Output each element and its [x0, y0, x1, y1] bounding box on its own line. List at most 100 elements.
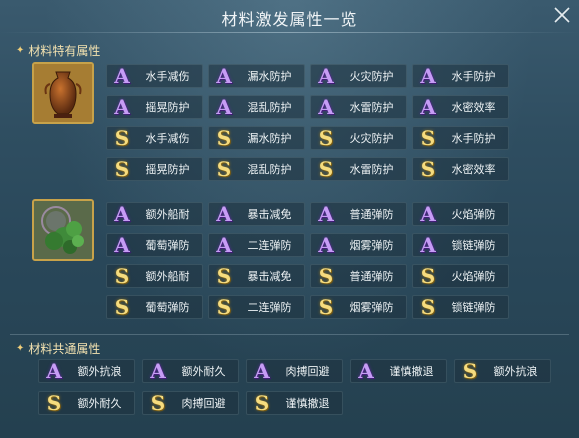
attribute-cell[interactable]: S 混乱防护: [208, 157, 305, 181]
attribute-cell[interactable]: A 水雷防护: [310, 95, 407, 119]
grade-badge: S: [420, 126, 436, 150]
grade-badge: A: [358, 359, 374, 383]
grade-badge: A: [216, 95, 232, 119]
grade-badge: S: [318, 264, 334, 288]
attribute-label: 水手减伤: [145, 132, 190, 145]
attribute-cell[interactable]: A 水手防护: [412, 64, 509, 88]
grade-badge: A: [150, 359, 166, 383]
grade-badge: S: [420, 264, 436, 288]
section-heading-specific: ✦ 材料特有属性: [16, 42, 100, 59]
attribute-cell[interactable]: S 额外耐久: [38, 391, 135, 415]
star-icon: ✦: [16, 343, 25, 354]
attribute-cell[interactable]: S 水密效率: [412, 157, 509, 181]
attribute-label: 漏水防护: [247, 132, 292, 145]
attribute-cell[interactable]: S 额外抗浪: [454, 359, 551, 383]
attribute-label: 肉搏回避: [285, 365, 330, 378]
attribute-cell[interactable]: A 额外抗浪: [38, 359, 135, 383]
grade-badge: S: [114, 157, 130, 181]
attribute-label: 葡萄弹防: [145, 239, 190, 252]
attribute-label: 谨慎撤退: [389, 365, 434, 378]
grade-badge: A: [114, 95, 130, 119]
attribute-cell[interactable]: A 混乱防护: [208, 95, 305, 119]
attribute-cell[interactable]: A 二连弹防: [208, 233, 305, 257]
attribute-label: 额外抗浪: [493, 365, 538, 378]
attribute-cell[interactable]: S 水手防护: [412, 126, 509, 150]
attribute-cell[interactable]: S 葡萄弹防: [106, 295, 203, 319]
attribute-label: 锁链弹防: [451, 239, 496, 252]
material-portrait-vase[interactable]: [32, 62, 94, 124]
attribute-cell[interactable]: A 锁链弹防: [412, 233, 509, 257]
grade-badge: A: [420, 64, 436, 88]
attribute-cell[interactable]: S 锁链弹防: [412, 295, 509, 319]
attribute-cell[interactable]: S 烟雾弹防: [310, 295, 407, 319]
attribute-label: 肉搏回避: [181, 397, 226, 410]
attribute-cell[interactable]: S 水手减伤: [106, 126, 203, 150]
attribute-cell[interactable]: S 普通弹防: [310, 264, 407, 288]
attribute-cell[interactable]: A 肉搏回避: [246, 359, 343, 383]
grade-badge: A: [318, 233, 334, 257]
attribute-cell[interactable]: A 火灾防护: [310, 64, 407, 88]
attribute-cell[interactable]: A 额外船耐: [106, 202, 203, 226]
material-portrait-herb[interactable]: [32, 199, 94, 261]
section-divider: [10, 334, 569, 335]
grade-badge: S: [254, 391, 270, 415]
attribute-cell[interactable]: A 摇晃防护: [106, 95, 203, 119]
attribute-cell[interactable]: A 葡萄弹防: [106, 233, 203, 257]
attribute-label: 二连弹防: [247, 239, 292, 252]
attribute-cell[interactable]: A 普通弹防: [310, 202, 407, 226]
close-icon[interactable]: [553, 6, 571, 24]
attribute-cell[interactable]: S 火焰弹防: [412, 264, 509, 288]
grade-badge: S: [318, 295, 334, 319]
grade-badge: S: [114, 126, 130, 150]
attribute-label: 水手防护: [451, 132, 496, 145]
attribute-label: 额外耐久: [181, 365, 226, 378]
attribute-cell[interactable]: S 火灾防护: [310, 126, 407, 150]
grade-badge: A: [114, 233, 130, 257]
grade-badge: S: [318, 157, 334, 181]
attribute-label: 摇晃防护: [145, 163, 190, 176]
attribute-cell[interactable]: A 水手减伤: [106, 64, 203, 88]
attribute-cell[interactable]: S 摇晃防护: [106, 157, 203, 181]
grade-badge: A: [420, 202, 436, 226]
grade-badge: S: [420, 157, 436, 181]
grade-badge: S: [420, 295, 436, 319]
attribute-label: 火灾防护: [349, 70, 394, 83]
attribute-cell[interactable]: S 肉搏回避: [142, 391, 239, 415]
attribute-cell[interactable]: S 二连弹防: [208, 295, 305, 319]
attribute-cell[interactable]: A 漏水防护: [208, 64, 305, 88]
grade-badge: S: [216, 126, 232, 150]
attribute-label: 谨慎撤退: [285, 397, 330, 410]
attribute-label: 额外抗浪: [77, 365, 122, 378]
grade-badge: A: [114, 202, 130, 226]
grade-badge: S: [216, 157, 232, 181]
attribute-cell[interactable]: S 额外船耐: [106, 264, 203, 288]
attribute-label: 火焰弹防: [451, 270, 496, 283]
attribute-cell[interactable]: A 水密效率: [412, 95, 509, 119]
page-title: 材料激发属性一览: [221, 10, 358, 29]
grade-badge: S: [216, 295, 232, 319]
attribute-label: 普通弹防: [349, 208, 394, 221]
grade-badge: A: [254, 359, 270, 383]
grade-badge: S: [462, 359, 478, 383]
attribute-cell[interactable]: A 暴击减免: [208, 202, 305, 226]
attribute-cell[interactable]: S 暴击减免: [208, 264, 305, 288]
attribute-cell[interactable]: S 谨慎撤退: [246, 391, 343, 415]
attribute-cell[interactable]: S 水雷防护: [310, 157, 407, 181]
attribute-cell[interactable]: A 谨慎撤退: [350, 359, 447, 383]
grade-badge: A: [420, 233, 436, 257]
attribute-label: 水密效率: [451, 163, 496, 176]
attribute-cell[interactable]: A 火焰弹防: [412, 202, 509, 226]
grade-badge: S: [216, 264, 232, 288]
attribute-cell[interactable]: A 额外耐久: [142, 359, 239, 383]
attribute-label: 烟雾弹防: [349, 239, 394, 252]
attribute-cell[interactable]: S 漏水防护: [208, 126, 305, 150]
attribute-label: 额外耐久: [77, 397, 122, 410]
attribute-label: 水雷防护: [349, 163, 394, 176]
star-icon: ✦: [16, 45, 25, 56]
attribute-cell[interactable]: A 烟雾弹防: [310, 233, 407, 257]
attribute-label: 水雷防护: [349, 101, 394, 114]
grade-badge: S: [114, 295, 130, 319]
attribute-label: 暴击减免: [247, 208, 292, 221]
attribute-label: 混乱防护: [247, 101, 292, 114]
attribute-label: 摇晃防护: [145, 101, 190, 114]
